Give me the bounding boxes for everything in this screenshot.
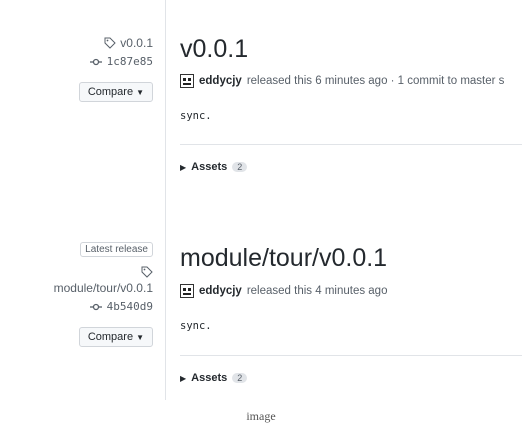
triangle-right-icon: ▶ — [180, 373, 187, 383]
release-1-tag[interactable]: v0.0.1 — [79, 36, 153, 50]
triangle-right-icon: ▶ — [180, 162, 187, 172]
release-2-commit-sha: 4b540d9 — [106, 300, 153, 313]
release-2-byline-text: released this 4 minutes ago — [246, 285, 388, 297]
tag-icon — [141, 266, 153, 278]
release-2-tag-label: module/tour/v0.0.1 — [53, 281, 153, 295]
release-2-meta: Latest release module/tour/v0.0.1 4b540d… — [54, 239, 153, 347]
caret-down-icon: ▼ — [136, 88, 144, 97]
assets-count-badge: 2 — [232, 162, 248, 172]
compare-label: Compare — [87, 86, 134, 98]
release-2-compare-button[interactable]: Compare ▼ — [78, 327, 153, 347]
compare-label: Compare — [87, 331, 134, 343]
latest-release-badge: Latest release — [80, 242, 153, 257]
avatar[interactable] — [180, 74, 194, 88]
release-1-meta: v0.0.1 1c87e85 Compare ▼ — [78, 36, 153, 102]
assets-count-badge: 2 — [232, 373, 248, 383]
release-2-tag[interactable]: module/tour/v0.0.1 — [54, 281, 153, 295]
release-1-byline: eddycjy released this 6 minutes ago · 1 … — [180, 74, 504, 88]
release-1-commit-sha: 1c87e85 — [106, 55, 153, 68]
commit-icon — [89, 303, 102, 310]
release-2-separator — [180, 355, 522, 356]
release-1-compare-button[interactable]: Compare ▼ — [78, 82, 153, 102]
release-1-notes: sync. — [180, 110, 212, 122]
avatar[interactable] — [180, 284, 194, 298]
release-1-author[interactable]: eddycjy — [199, 75, 242, 87]
release-2-title[interactable]: module/tour/v0.0.1 — [180, 244, 387, 273]
release-2-assets-toggle[interactable]: ▶ Assets 2 — [180, 372, 248, 384]
release-1-title[interactable]: v0.0.1 — [180, 35, 248, 64]
release-2-notes: sync. — [180, 320, 212, 332]
release-2-author[interactable]: eddycjy — [199, 285, 242, 297]
release-1-commit[interactable]: 1c87e85 — [79, 55, 153, 68]
release-1-byline-text: released this 6 minutes ago · 1 commit t… — [246, 75, 505, 87]
tag-icon — [104, 37, 117, 49]
commit-icon — [89, 58, 102, 65]
release-1-tag-label: v0.0.1 — [120, 36, 153, 50]
release-1-assets-toggle[interactable]: ▶ Assets 2 — [180, 161, 248, 173]
release-2-byline: eddycjy released this 4 minutes ago — [180, 284, 387, 298]
release-2-commit[interactable]: 4b540d9 — [54, 300, 153, 313]
caret-down-icon: ▼ — [136, 333, 144, 342]
assets-label: Assets — [191, 372, 228, 384]
assets-label: Assets — [191, 161, 228, 173]
release-1-separator — [180, 144, 522, 145]
image-caption: image — [246, 409, 276, 423]
timeline-divider — [165, 0, 166, 400]
